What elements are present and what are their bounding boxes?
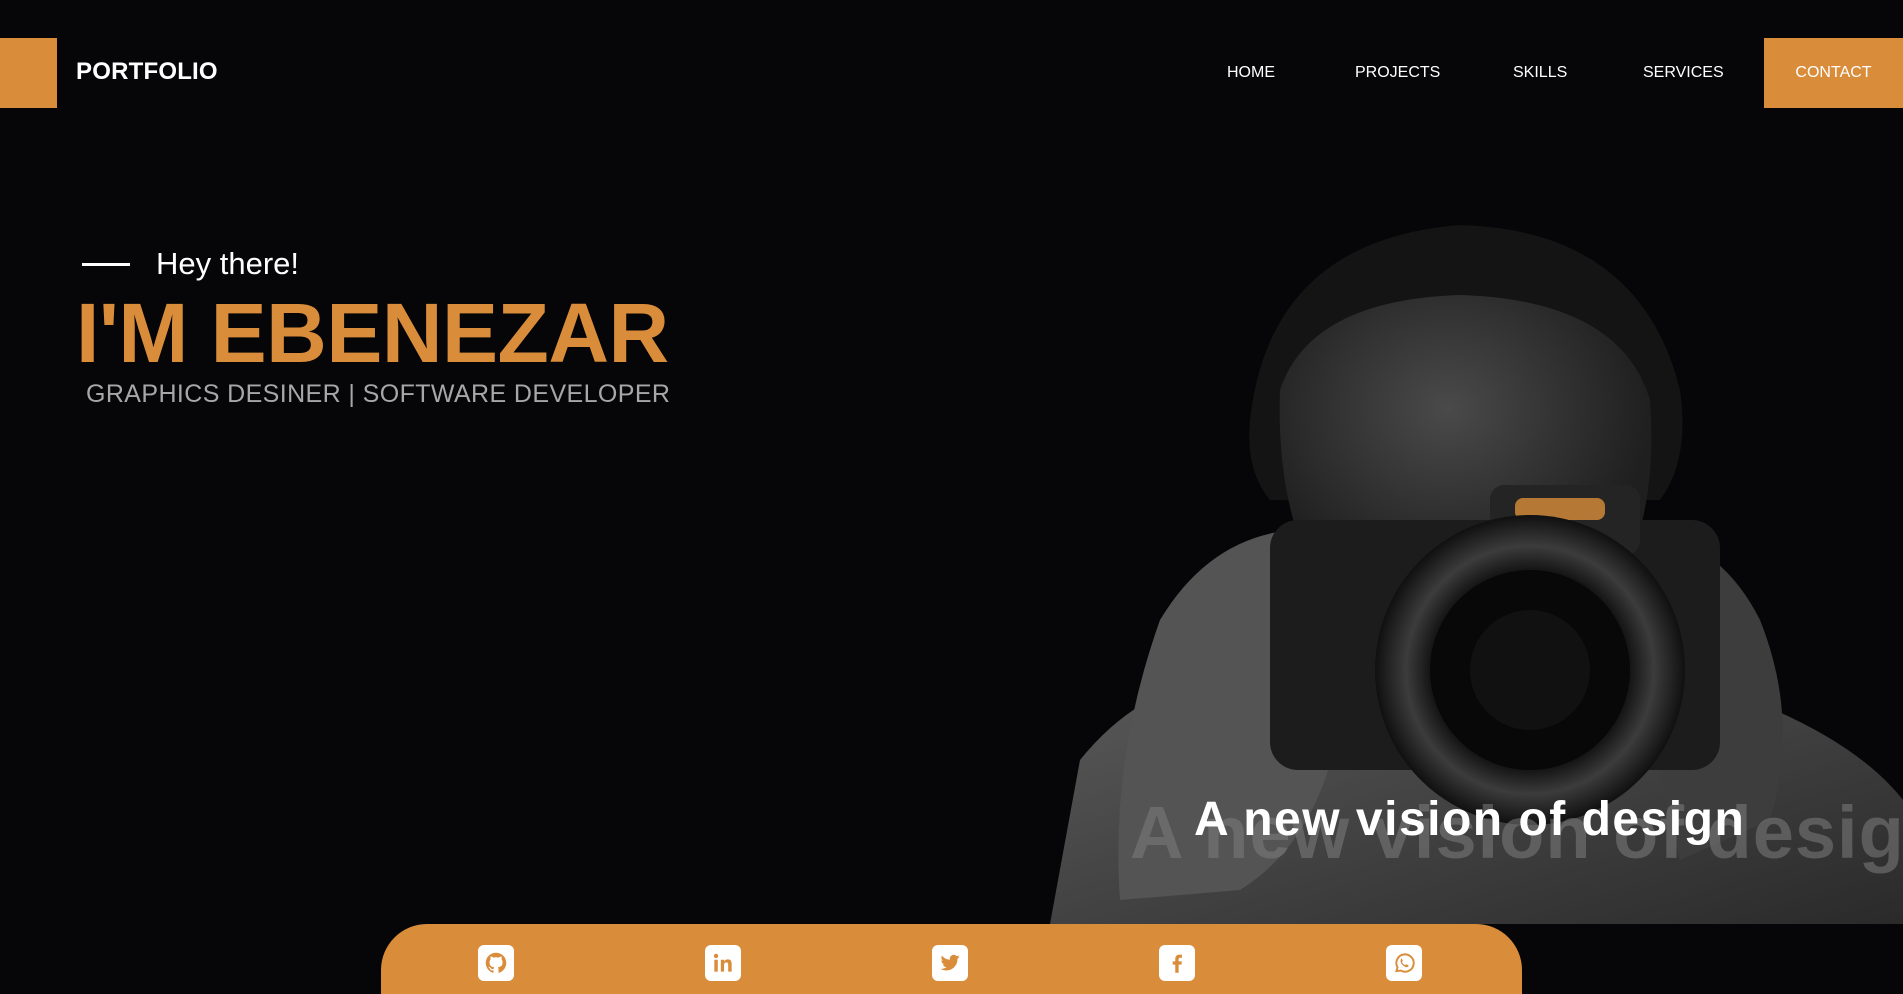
brand-logo[interactable]: PORTFOLIO bbox=[76, 58, 218, 86]
whatsapp-icon[interactable] bbox=[1386, 945, 1422, 981]
greeting-text: Hey there! bbox=[156, 246, 300, 281]
twitter-icon[interactable] bbox=[932, 945, 968, 981]
social-links-bar bbox=[381, 924, 1522, 994]
nav-services[interactable]: SERVICES bbox=[1643, 64, 1724, 82]
nav-projects[interactable]: PROJECTS bbox=[1355, 64, 1440, 82]
brand-accent-block bbox=[0, 38, 57, 108]
greeting-divider bbox=[82, 263, 130, 266]
nav-home[interactable]: HOME bbox=[1227, 64, 1275, 82]
hero-name: I'M EBENEZAR bbox=[76, 286, 669, 380]
github-icon[interactable] bbox=[478, 945, 514, 981]
hero-tagline: A new vision of design bbox=[1194, 793, 1746, 846]
linkedin-icon[interactable] bbox=[705, 945, 741, 981]
hero-role: GRAPHICS DESINER | SOFTWARE DEVELOPER bbox=[86, 380, 671, 408]
nav-skills[interactable]: SKILLS bbox=[1513, 64, 1567, 82]
contact-button[interactable]: CONTACT bbox=[1764, 38, 1903, 108]
facebook-icon[interactable] bbox=[1159, 945, 1195, 981]
